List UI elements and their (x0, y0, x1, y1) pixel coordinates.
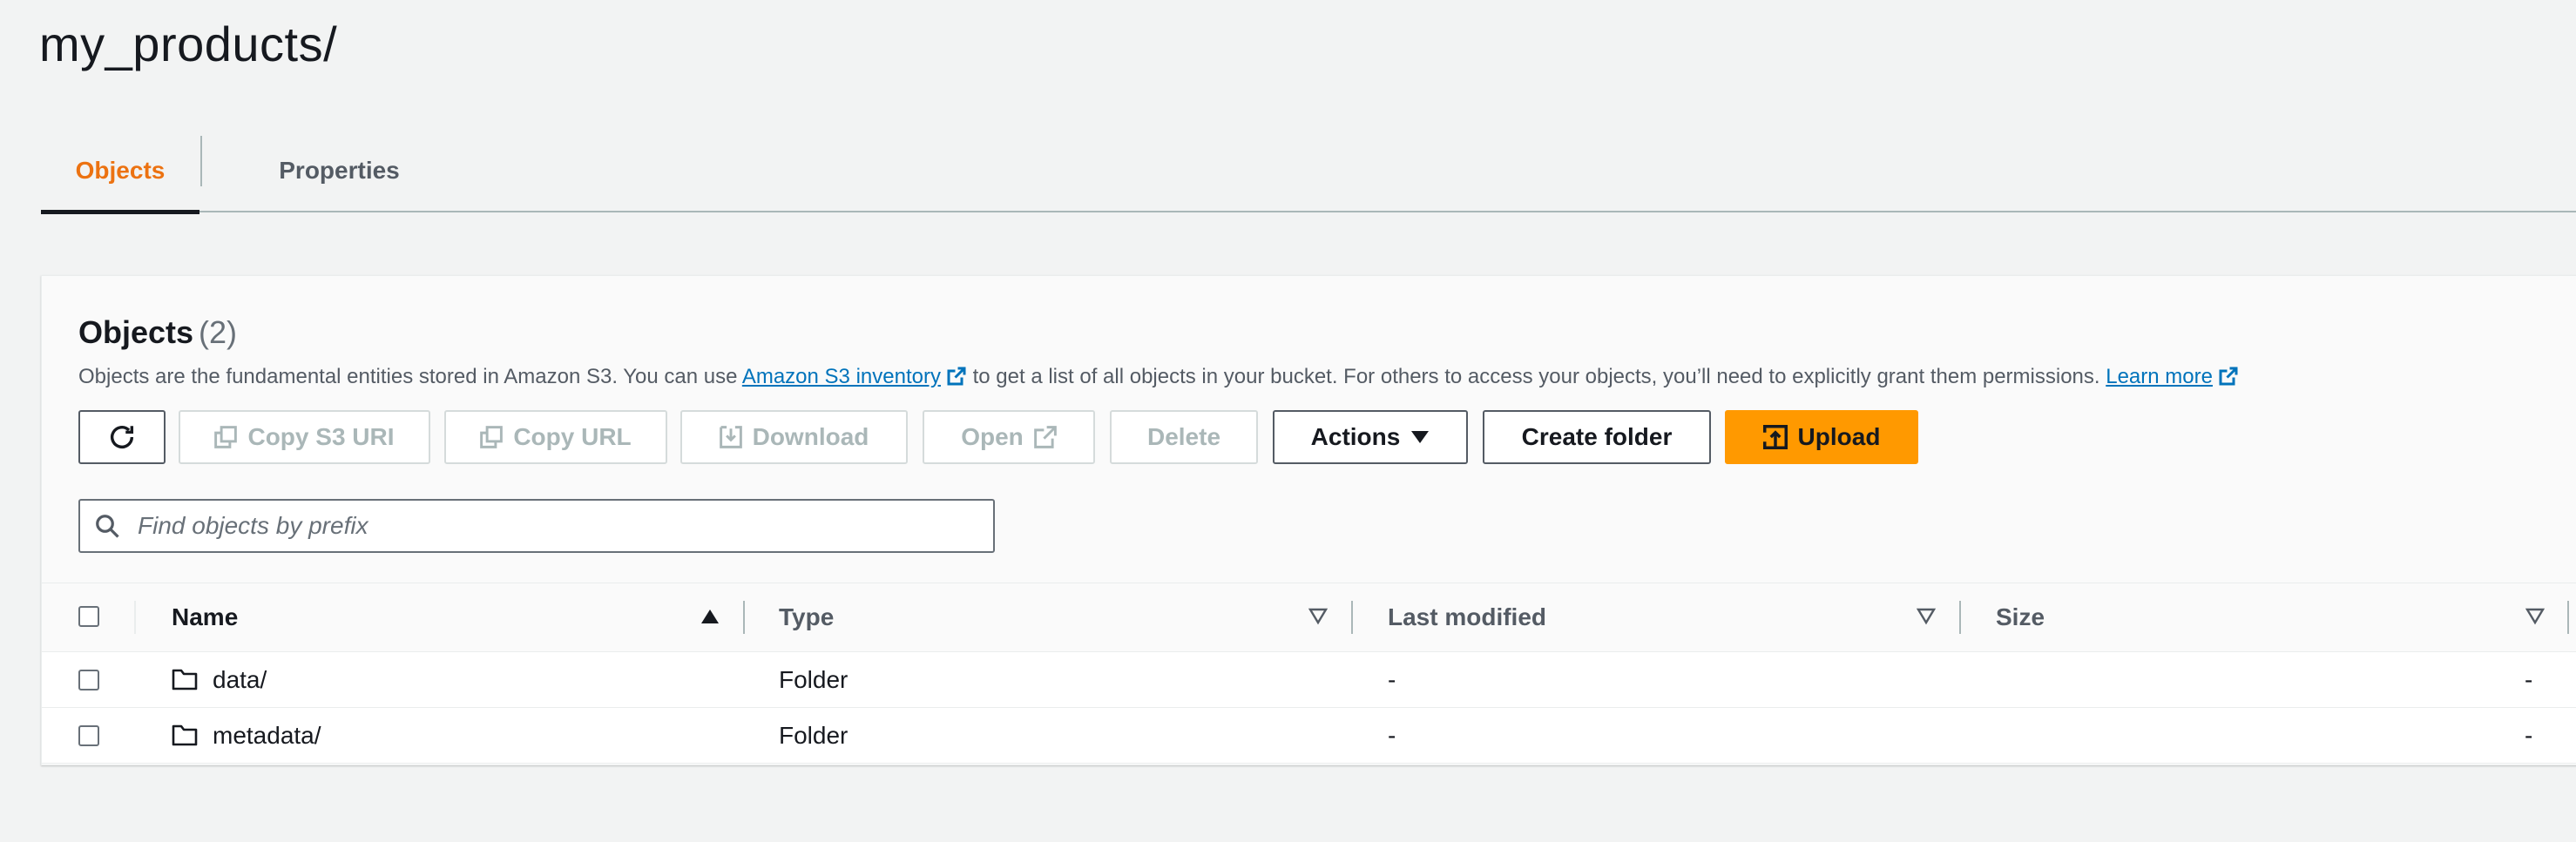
page-title: my_products/ (39, 17, 338, 71)
column-separator[interactable] (1959, 601, 1961, 634)
external-link-icon (1033, 426, 1057, 448)
upload-button[interactable]: Upload (1725, 410, 1918, 464)
actions-dropdown-button[interactable]: Actions (1273, 410, 1468, 464)
upload-icon (1762, 425, 1788, 449)
objects-panel: Objects (2) Objects are the fundamental e… (41, 275, 2576, 765)
open-button[interactable]: Open (923, 410, 1095, 464)
create-folder-label: Create folder (1521, 423, 1673, 450)
caret-down-icon (1411, 431, 1430, 443)
column-separator (134, 601, 136, 634)
column-separator[interactable] (1351, 601, 1353, 634)
row-checkbox[interactable] (78, 725, 99, 746)
description-text-2: to get a list of all objects in your buc… (966, 365, 2106, 388)
row-checkbox[interactable] (78, 670, 99, 690)
table-row: data/ Folder - - (42, 652, 2576, 708)
folder-icon (172, 669, 198, 690)
tab-bar: Objects Properties (41, 131, 2576, 214)
object-last-modified: - (1388, 665, 1396, 693)
copy-s3-uri-button[interactable]: Copy S3 URI (179, 410, 430, 464)
table-row: metadata/ Folder - - (42, 708, 2576, 764)
download-icon (719, 426, 742, 448)
object-size: - (2525, 721, 2533, 749)
column-header-last-modified[interactable]: Last modified (1388, 583, 1546, 651)
sort-icon[interactable] (2525, 608, 2545, 625)
download-label: Download (752, 423, 869, 450)
sort-ascending-icon[interactable] (700, 608, 720, 625)
column-separator[interactable] (2567, 601, 2569, 634)
copy-icon (480, 426, 504, 448)
search-box (78, 499, 995, 553)
external-link-icon (947, 367, 966, 386)
object-size: - (2525, 665, 2533, 693)
objects-heading: Objects (2) (78, 314, 237, 351)
folder-icon (172, 724, 198, 746)
tab-properties[interactable]: Properties (202, 131, 477, 211)
copy-s3-uri-label: Copy S3 URI (247, 423, 395, 450)
inventory-link[interactable]: Amazon S3 inventory (742, 365, 941, 388)
objects-heading-label: Objects (78, 314, 194, 350)
refresh-icon (110, 425, 134, 448)
actions-label: Actions (1310, 423, 1401, 450)
object-name-link[interactable]: metadata/ (213, 708, 321, 763)
description-text-1: Objects are the fundamental entities sto… (78, 365, 742, 388)
column-header-size[interactable]: Size (1996, 583, 2045, 651)
search-icon (96, 515, 119, 538)
select-all-checkbox[interactable] (78, 606, 99, 627)
table-header: Name Type Last modified Size (42, 583, 2576, 653)
download-button[interactable]: Download (680, 410, 908, 464)
copy-icon (214, 426, 238, 448)
search-input[interactable] (136, 511, 993, 541)
column-separator[interactable] (743, 601, 745, 634)
object-name-link[interactable]: data/ (213, 652, 267, 707)
refresh-button[interactable] (78, 410, 166, 464)
column-header-name[interactable]: Name (172, 583, 238, 651)
delete-button[interactable]: Delete (1110, 410, 1258, 464)
objects-description: Objects are the fundamental entities sto… (78, 365, 2239, 389)
create-folder-button[interactable]: Create folder (1483, 410, 1711, 464)
learn-more-link[interactable]: Learn more (2106, 365, 2213, 388)
tab-objects[interactable]: Objects (41, 131, 199, 214)
object-last-modified: - (1388, 721, 1396, 749)
page: my_products/ Objects Properties Objects(… (0, 0, 2576, 842)
open-label: Open (961, 423, 1024, 450)
sort-icon[interactable] (1308, 608, 1328, 625)
copy-url-button[interactable]: Copy URL (444, 410, 667, 464)
objects-count: (2) (199, 314, 238, 350)
delete-label: Delete (1146, 423, 1221, 450)
column-header-type[interactable]: Type (779, 583, 834, 651)
objects-panel-header: Objects (2) Objects are the fundamental e… (42, 276, 2576, 583)
upload-label: Upload (1797, 423, 1881, 450)
object-type: Folder (779, 721, 849, 749)
external-link-icon (2219, 367, 2238, 386)
copy-url-label: Copy URL (513, 423, 632, 450)
object-type: Folder (779, 665, 849, 693)
sort-icon[interactable] (1917, 608, 1936, 625)
